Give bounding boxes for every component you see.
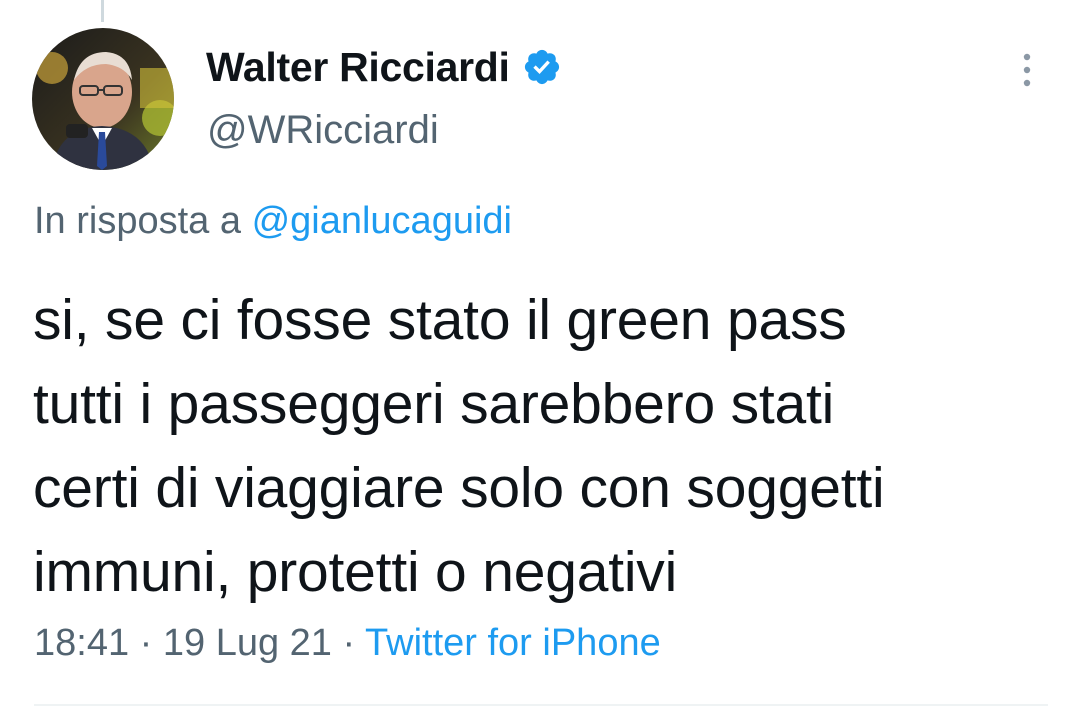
tweet-text-line: tutti i passeggeri sarebbero stati <box>33 372 835 436</box>
tweet-date[interactable]: 19 Lug 21 <box>163 622 332 664</box>
avatar[interactable] <box>32 28 174 170</box>
author-handle[interactable]: @WRicciardi <box>207 108 439 153</box>
tweet-text-line: certi di viaggiare solo con soggetti <box>33 456 885 520</box>
tweet-metadata: 18:41 · 19 Lug 21 · Twitter for iPhone <box>34 622 661 665</box>
author-name-row[interactable]: Walter Ricciardi <box>206 40 562 94</box>
more-options-icon[interactable] <box>1016 50 1038 90</box>
author-display-name[interactable]: Walter Ricciardi <box>206 44 510 91</box>
tweet-card: Walter Ricciardi @WRicciardi In risposta… <box>0 0 1080 718</box>
thread-connector-line <box>101 0 104 22</box>
tweet-time[interactable]: 18:41 <box>34 622 129 664</box>
tweet-text: si, se ci fosse stato il green pass tutt… <box>33 278 1053 614</box>
reply-mention-link[interactable]: @gianlucaguidi <box>252 200 512 242</box>
meta-separator: · <box>129 622 163 664</box>
profile-photo-icon <box>32 28 174 170</box>
reply-context: In risposta a @gianlucaguidi <box>34 200 512 243</box>
meta-separator: · <box>331 622 366 664</box>
verified-badge-icon <box>522 47 562 87</box>
reply-prefix: In risposta a <box>34 200 241 242</box>
tweet-text-line: si, se ci fosse stato il green pass <box>33 288 847 352</box>
divider <box>34 704 1048 706</box>
tweet-text-line: immuni, protetti o negativi <box>33 540 678 604</box>
tweet-source-link[interactable]: Twitter for iPhone <box>365 622 661 664</box>
